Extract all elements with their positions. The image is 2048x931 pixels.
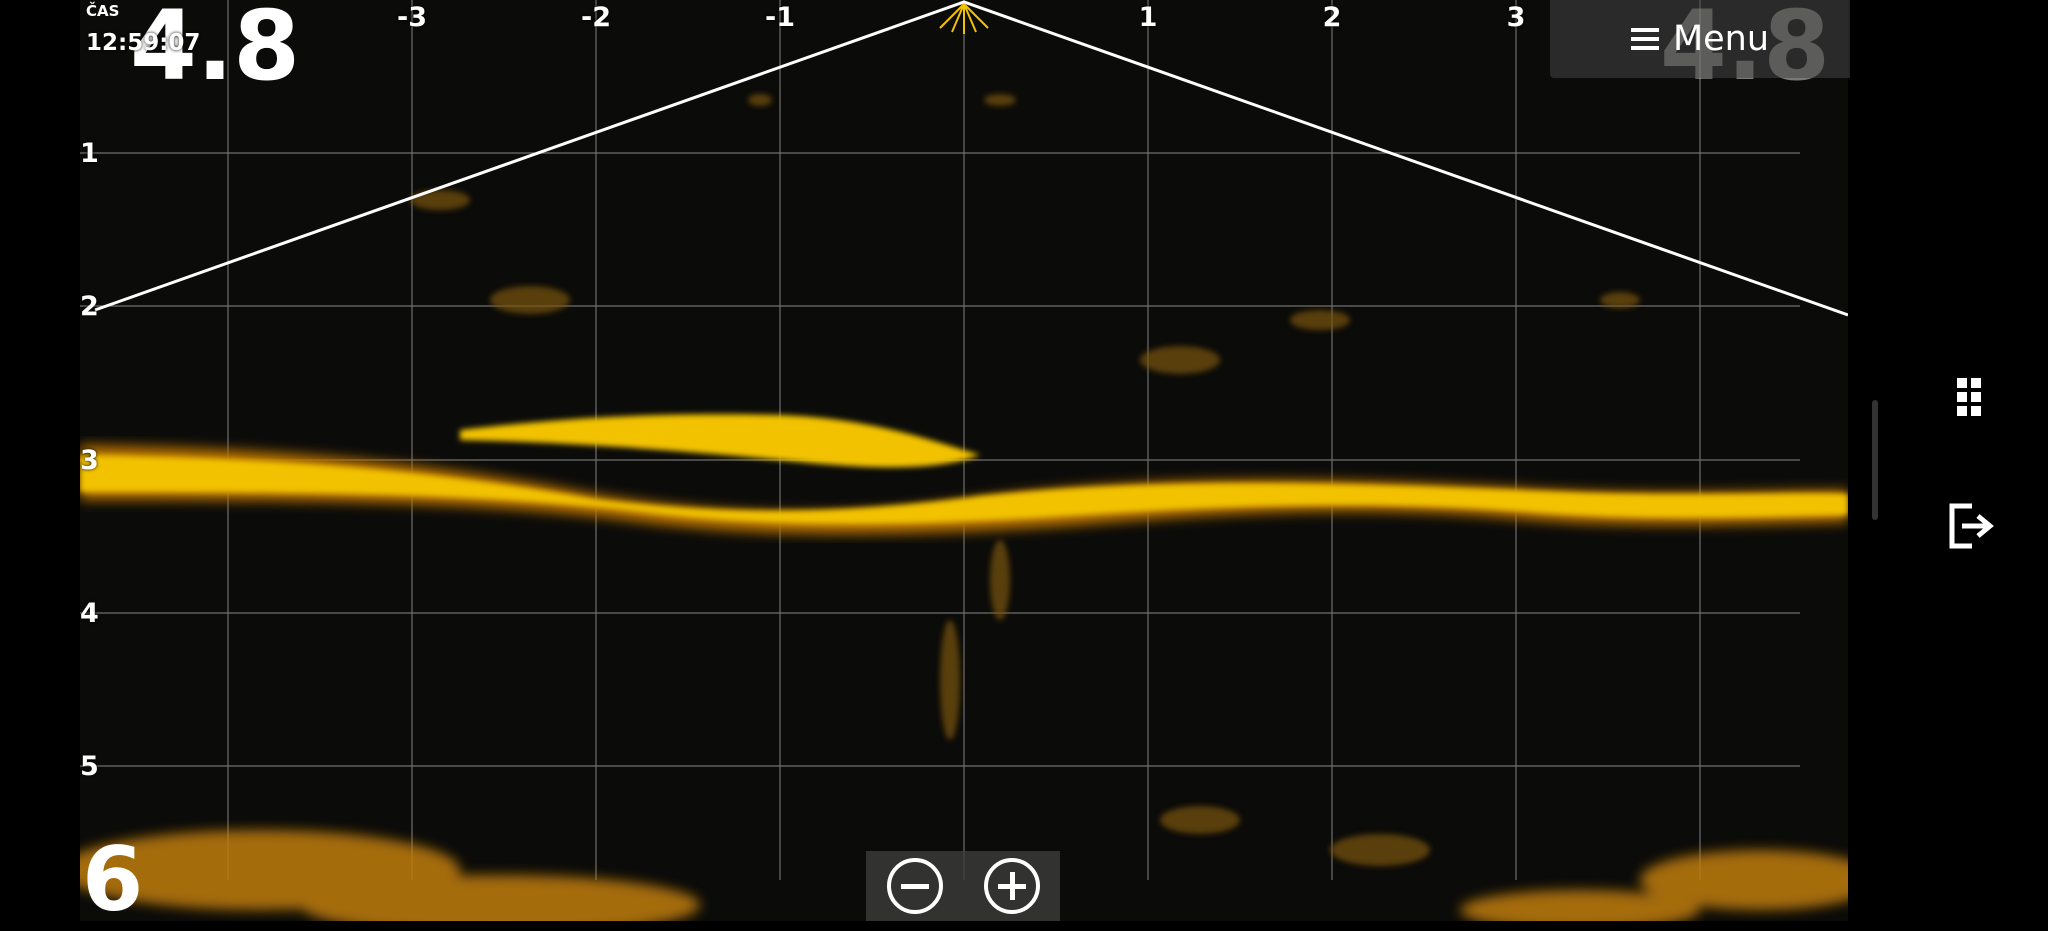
x-tick-label: 3 [1506,2,1526,33]
minus-circle-icon[interactable] [886,858,943,914]
x-tick-label: -3 [397,2,427,33]
hamburger-icon [1630,23,1659,55]
y-tick-label: 3 [80,445,99,476]
grid-vertical [227,0,1701,880]
menu-label: Menu [1672,19,1770,59]
range-readout: 6 [82,828,144,931]
x-tick-label: 1 [1138,2,1158,33]
sonar-canvas [80,0,1848,921]
zoom-controls [866,851,1060,921]
scroll-handle[interactable] [1872,400,1878,520]
menu-button[interactable]: Menu [1550,0,1850,78]
plus-circle-icon[interactable] [983,858,1040,914]
y-tick-label: 4 [80,598,99,629]
y-tick-label: 5 [80,751,99,782]
y-tick-label: 1 [80,138,99,169]
sonar-view[interactable] [80,0,1848,921]
x-tick-label: 2 [1322,2,1342,33]
time-value: 12:59:07 [86,30,201,56]
side-panel [1858,0,2048,921]
x-tick-label: -1 [765,2,795,33]
grid-dots-icon[interactable] [1957,378,1983,418]
sonar-noise [410,94,1640,866]
x-tick-label: -2 [581,2,611,33]
time-label: ČAS [86,2,120,20]
exit-icon[interactable] [1946,500,1996,556]
y-tick-label: 2 [80,291,99,322]
